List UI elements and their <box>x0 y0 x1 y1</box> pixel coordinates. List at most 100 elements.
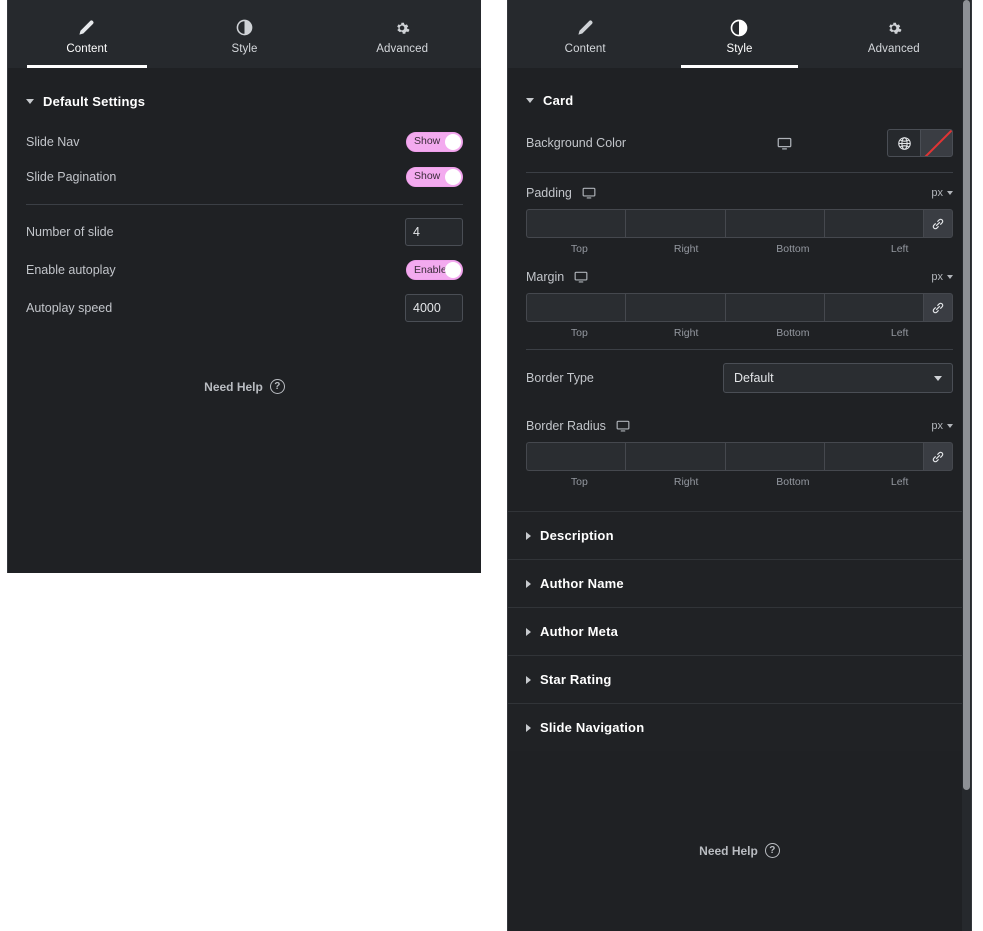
margin-left-input[interactable] <box>823 293 923 322</box>
accordion-slide-navigation[interactable]: Slide Navigation <box>508 703 971 751</box>
tab-content-label: Content <box>564 43 606 55</box>
style-panel-body: Card Background Color Padding px Top Rig… <box>508 68 971 858</box>
caret-down-icon <box>526 97 534 103</box>
contrast-icon <box>236 19 253 36</box>
border-radius-right-input[interactable] <box>625 442 725 471</box>
pencil-icon <box>577 19 594 36</box>
border-radius-unit-label: px <box>931 420 943 432</box>
need-help-label: Need Help <box>699 843 758 858</box>
border-radius-inputs <box>526 442 953 471</box>
padding-top-input[interactable] <box>526 209 626 238</box>
control-autoplay-speed: Autoplay speed <box>8 289 481 327</box>
section-card[interactable]: Card <box>508 68 971 122</box>
accordion-author-meta[interactable]: Author Meta <box>508 607 971 655</box>
number-of-slide-input[interactable] <box>405 218 463 246</box>
question-circle-icon: ? <box>269 379 285 394</box>
margin-header: Margin px <box>526 261 953 293</box>
autoplay-speed-input[interactable] <box>405 294 463 322</box>
control-autoplay-speed-label: Autoplay speed <box>26 301 113 315</box>
accordion-star-rating-title: Star Rating <box>540 672 612 687</box>
margin-bottom-input[interactable] <box>724 293 824 322</box>
tab-advanced[interactable]: Advanced <box>323 0 481 68</box>
tab-advanced-label: Advanced <box>867 43 920 55</box>
tab-content[interactable]: Content <box>508 0 662 68</box>
accordion-slide-navigation-title: Slide Navigation <box>540 720 645 735</box>
panel-scrollbar-track[interactable] <box>962 0 971 931</box>
border-radius-side-labels: Top Right Bottom Left <box>526 471 953 488</box>
caret-right-icon <box>526 627 531 636</box>
pencil-icon <box>78 19 95 36</box>
caret-right-icon <box>526 579 531 588</box>
need-help-right[interactable]: Need Help ? <box>508 843 971 858</box>
slide-nav-toggle[interactable]: Show <box>406 131 463 152</box>
tab-advanced-label: Advanced <box>376 43 429 55</box>
accordion-author-name[interactable]: Author Name <box>508 559 971 607</box>
control-margin: Margin px Top Right Bottom Left <box>508 261 971 339</box>
caret-down-icon <box>26 98 34 104</box>
tab-content[interactable]: Content <box>8 0 166 68</box>
section-default-settings[interactable]: Default Settings <box>8 68 481 124</box>
padding-unit-label: px <box>931 187 943 199</box>
style-settings-panel: Content Style Advanced Card Background C… <box>507 0 972 931</box>
panel-scrollbar-thumb[interactable] <box>963 0 970 790</box>
tab-style[interactable]: Style <box>662 0 816 68</box>
tab-style[interactable]: Style <box>166 0 324 68</box>
tab-advanced[interactable]: Advanced <box>817 0 971 68</box>
accordion-author-meta-title: Author Meta <box>540 624 619 639</box>
control-padding-label: Padding <box>526 186 572 200</box>
accordion-description-title: Description <box>540 528 614 543</box>
slide-pagination-toggle[interactable]: Show <box>406 166 463 187</box>
border-radius-bottom-input[interactable] <box>724 442 824 471</box>
accordion-star-rating[interactable]: Star Rating <box>508 655 971 703</box>
border-type-select[interactable]: Default <box>723 363 953 393</box>
margin-link-icon[interactable] <box>923 293 953 322</box>
gear-icon <box>394 19 410 36</box>
padding-label-right: Right <box>673 243 699 255</box>
border-radius-top-input[interactable] <box>526 442 626 471</box>
caret-right-icon <box>526 723 531 732</box>
margin-label-right: Right <box>673 327 699 339</box>
margin-right-input[interactable] <box>625 293 725 322</box>
need-help-left[interactable]: Need Help ? <box>8 379 481 394</box>
padding-label-left: Left <box>890 243 909 255</box>
control-border-type-label: Border Type <box>526 371 594 385</box>
border-radius-label-bottom: Bottom <box>776 476 810 488</box>
control-number-of-slide: Number of slide <box>8 213 481 251</box>
monitor-icon[interactable] <box>582 186 596 200</box>
tab-content-label: Content <box>66 43 108 55</box>
margin-top-input[interactable] <box>526 293 626 322</box>
chevron-down-icon <box>947 275 953 279</box>
control-border-type: Border Type Default <box>508 356 971 400</box>
globe-icon[interactable] <box>887 129 920 157</box>
monitor-icon[interactable] <box>574 270 588 284</box>
chevron-down-icon <box>947 424 953 428</box>
monitor-icon[interactable] <box>616 419 630 433</box>
control-slide-nav: Slide Nav Show <box>8 124 481 159</box>
border-radius-link-icon[interactable] <box>923 442 953 471</box>
padding-right-input[interactable] <box>625 209 725 238</box>
section-card-title: Card <box>543 92 574 108</box>
padding-link-icon[interactable] <box>923 209 953 238</box>
color-swatch-transparent[interactable] <box>920 129 953 157</box>
padding-bottom-input[interactable] <box>724 209 824 238</box>
border-radius-label-right: Right <box>673 476 699 488</box>
padding-unit-selector[interactable]: px <box>931 187 953 199</box>
control-margin-label: Margin <box>526 270 565 284</box>
margin-unit-selector[interactable]: px <box>931 271 953 283</box>
control-slide-pagination-label: Slide Pagination <box>26 169 117 184</box>
enable-autoplay-toggle[interactable]: Enable <box>406 260 463 280</box>
padding-left-input[interactable] <box>823 209 923 238</box>
control-enable-autoplay-label: Enable autoplay <box>26 263 116 277</box>
monitor-icon[interactable] <box>777 136 792 151</box>
margin-side-labels: Top Right Bottom Left <box>526 322 953 339</box>
padding-label-top: Top <box>570 243 588 255</box>
padding-header: Padding px <box>526 177 953 209</box>
border-radius-left-input[interactable] <box>823 442 923 471</box>
accordion-description[interactable]: Description <box>508 511 971 559</box>
toggle-knob <box>445 262 461 278</box>
border-radius-unit-selector[interactable]: px <box>931 420 953 432</box>
need-help-label: Need Help <box>204 379 263 394</box>
tab-style-label: Style <box>231 43 258 55</box>
panel-tabs-left: Content Style Advanced <box>8 0 481 68</box>
tab-style-label: Style <box>726 43 753 55</box>
